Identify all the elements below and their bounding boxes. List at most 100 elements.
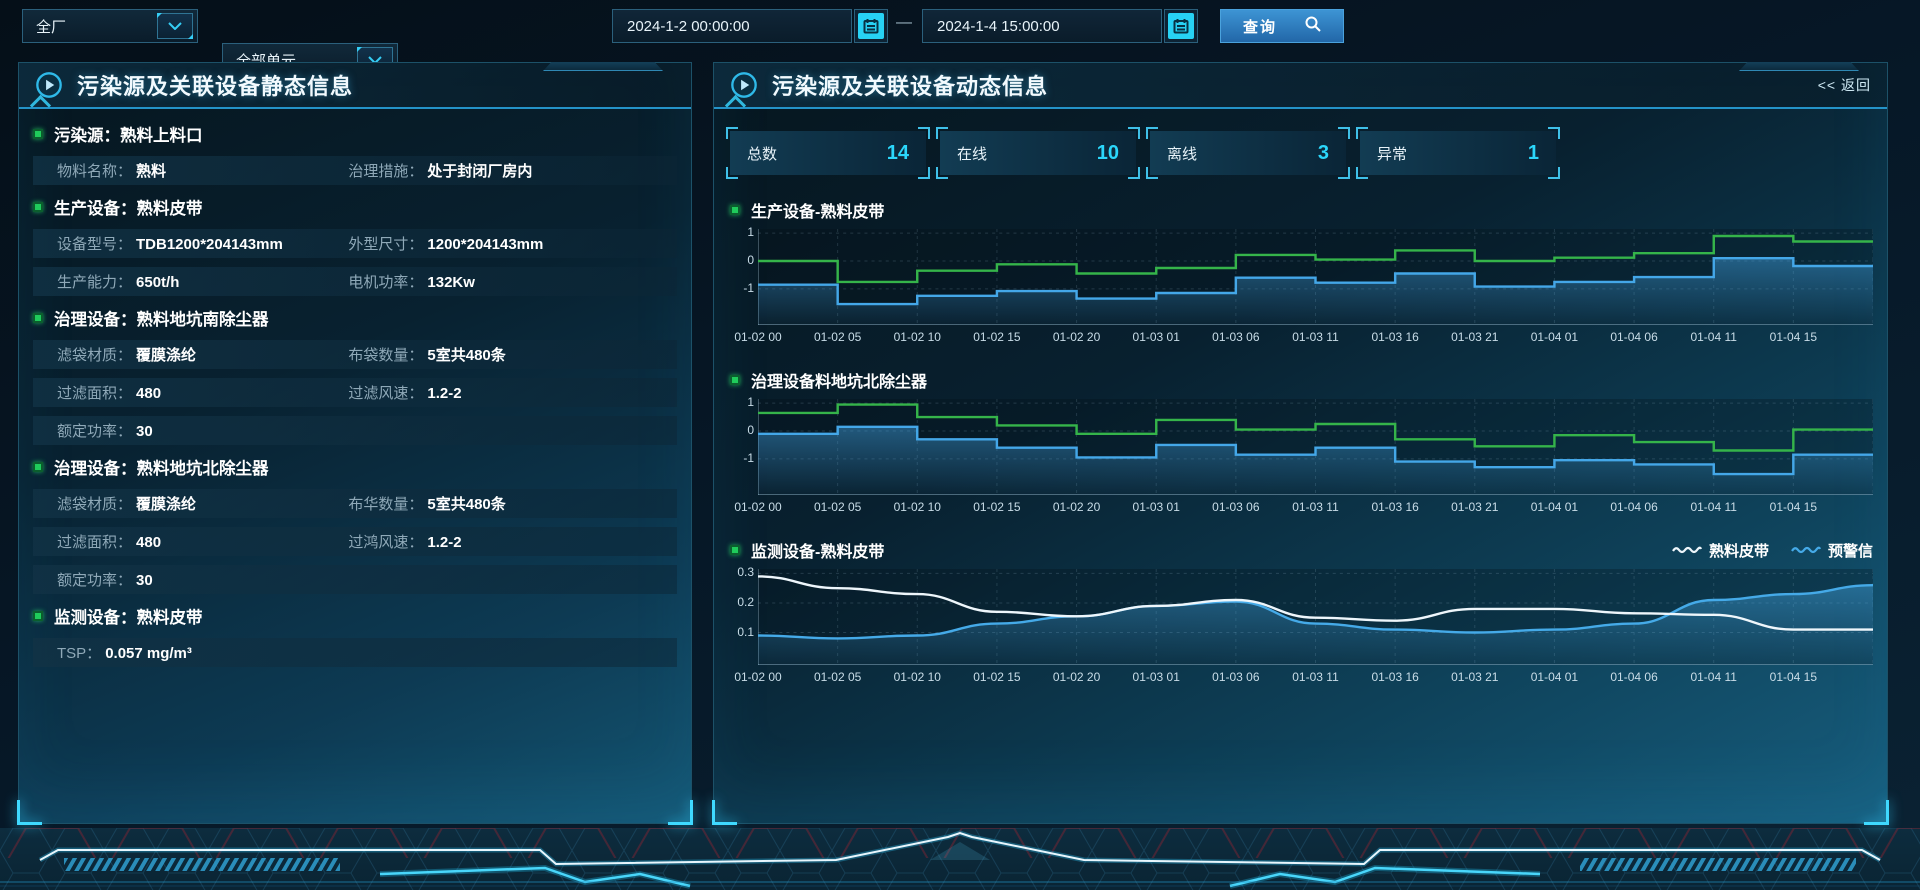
chart-canvas (758, 229, 1873, 325)
corner-bracket (936, 167, 948, 179)
info-label: 过滤面积： (57, 531, 132, 552)
legend-item[interactable]: 预警信 (1791, 540, 1873, 561)
x-tick-label: 01-02 20 (1053, 670, 1100, 684)
info-value: 650t/h (136, 274, 179, 291)
y-tick-label: -1 (730, 451, 754, 465)
info-label: 布华数量： (348, 493, 423, 514)
chart-block-2: 监测设备-熟料皮带熟料皮带预警信0.30.20.101-02 0001-02 0… (730, 537, 1873, 685)
info-value: 480 (136, 385, 161, 402)
info-cell: 治理措施：处于封闭厂房内 (348, 160, 532, 181)
y-tick-label: 1 (730, 225, 754, 239)
date-to-input[interactable]: 2024-1-4 15:00:00 (922, 9, 1162, 43)
corner-bracket (726, 167, 738, 179)
info-row: 物料名称：熟料治理措施：处于封闭厂房内 (33, 156, 677, 185)
x-tick-label: 01-03 01 (1133, 670, 1180, 684)
stat-label: 离线 (1167, 143, 1197, 164)
query-button[interactable]: 查询 (1220, 9, 1344, 43)
search-icon (1305, 16, 1321, 36)
info-value: 1.2-2 (427, 385, 461, 402)
x-tick-label: 01-03 01 (1133, 500, 1180, 514)
back-link[interactable]: << 返回 (1818, 75, 1871, 95)
section-title: 监测设备：熟料皮带 (54, 604, 203, 628)
play-icon (730, 71, 758, 99)
y-tick-label: 0 (730, 253, 754, 267)
section-header: 污染源：熟料上料口 (33, 121, 677, 147)
x-tick-label: 01-02 05 (814, 670, 861, 684)
chart-legend: 熟料皮带 预警信 (1672, 540, 1873, 561)
dynamic-info-panel: 污染源及关联设备动态信息 << 返回 总数14在线10离线3异常1 生产设备-熟… (713, 62, 1888, 824)
info-cell: 生产能力：650t/h (57, 271, 348, 292)
corner-bracket (1338, 167, 1350, 179)
chart-canvas (758, 399, 1873, 495)
calendar-from-button[interactable] (854, 9, 888, 43)
info-cell: 物料名称：熟料 (57, 160, 348, 181)
info-cell: 滤袋材质：覆膜涤纶 (57, 344, 348, 365)
header-tab-decoration (543, 62, 663, 71)
x-tick-label: 01-02 20 (1053, 500, 1100, 514)
dashboard-page: 全厂 全部单元 熟料上料口 2024-1-2 00:00:00 — (0, 0, 1920, 890)
bottom-decoration (0, 828, 1920, 890)
x-axis-labels: 01-02 0001-02 0501-02 1001-02 1501-02 20… (758, 495, 1873, 515)
info-cell: 过滤风速：1.2-2 (348, 382, 461, 403)
chart-plot-area: 0.30.20.1 (730, 569, 1873, 665)
chart-plot-area: 10-1 (730, 399, 1873, 495)
corner-bracket (1548, 167, 1560, 179)
x-tick-label: 01-02 00 (734, 500, 781, 514)
legend-label: 预警信 (1828, 540, 1873, 561)
info-cell: 外型尺寸：1200*204143mm (348, 233, 543, 254)
info-value: 覆膜涤纶 (136, 344, 196, 365)
x-tick-label: 01-03 16 (1371, 670, 1418, 684)
date-from-input[interactable]: 2024-1-2 00:00:00 (612, 9, 852, 43)
device-stats-row: 总数14在线10离线3异常1 (714, 109, 1887, 175)
info-label: 过滤面积： (57, 382, 132, 403)
x-tick-label: 01-02 05 (814, 330, 861, 344)
info-label: 外型尺寸： (348, 233, 423, 254)
x-tick-label: 01-02 10 (894, 670, 941, 684)
x-tick-label: 01-03 16 (1371, 500, 1418, 514)
stat-card: 在线10 (940, 131, 1136, 175)
section-title: 治理设备：熟料地坑北除尘器 (54, 455, 269, 479)
legend-item[interactable]: 熟料皮带 (1672, 540, 1769, 561)
x-axis-labels: 01-02 0001-02 0501-02 1001-02 1501-02 20… (758, 325, 1873, 345)
info-cell: 设备型号：TDB1200*204143mm (57, 233, 348, 254)
section-header: 生产设备：熟料皮带 (33, 194, 677, 220)
info-label: 治理措施： (348, 160, 423, 181)
info-value: 1200*204143mm (427, 236, 543, 253)
info-label: 物料名称： (57, 160, 132, 181)
info-row: 过滤面积：480 过滤风速：1.2-2 (33, 378, 677, 407)
date-from-value: 2024-1-2 00:00:00 (627, 18, 750, 35)
stat-label: 异常 (1377, 143, 1407, 164)
x-tick-label: 01-03 21 (1451, 330, 1498, 344)
dynamic-panel-title: 污染源及关联设备动态信息 (772, 69, 1048, 101)
info-label: 电机功率： (348, 271, 423, 292)
x-tick-label: 01-02 15 (973, 330, 1020, 344)
chart-block-1: 治理设备料地坑北除尘器10-101-02 0001-02 0501-02 100… (730, 367, 1873, 515)
corner-bracket (726, 127, 738, 139)
stat-value: 1 (1528, 142, 1539, 165)
play-icon (35, 71, 63, 99)
x-tick-label: 01-04 15 (1770, 500, 1817, 514)
corner-bracket (1128, 167, 1140, 179)
green-square-icon (730, 375, 740, 385)
info-value: 30 (136, 423, 153, 440)
info-row: 额定功率：30 (33, 416, 677, 445)
info-value: 480 (136, 534, 161, 551)
chart-title: 监测设备-熟料皮带 (751, 538, 884, 562)
static-info-list: 污染源：熟料上料口物料名称：熟料治理措施：处于封闭厂房内生产设备：熟料皮带设备型… (19, 109, 691, 667)
calendar-icon (858, 13, 884, 39)
plant-select[interactable]: 全厂 (22, 9, 198, 43)
calendar-to-button[interactable] (1164, 9, 1198, 43)
info-label: 过鸿风速： (348, 531, 423, 552)
date-to-value: 2024-1-4 15:00:00 (937, 18, 1060, 35)
x-tick-label: 01-03 11 (1292, 500, 1338, 514)
x-tick-label: 01-04 01 (1531, 670, 1578, 684)
green-square-icon (33, 202, 43, 212)
x-tick-label: 01-04 06 (1610, 500, 1657, 514)
chevron-down-icon[interactable] (157, 13, 193, 39)
static-info-header: 污染源及关联设备静态信息 (19, 63, 691, 109)
y-tick-label: -1 (730, 281, 754, 295)
info-cell: 布华数量：5室共480条 (348, 493, 505, 514)
stat-label: 在线 (957, 143, 987, 164)
stat-label: 总数 (747, 143, 777, 164)
query-button-label: 查询 (1243, 16, 1277, 37)
